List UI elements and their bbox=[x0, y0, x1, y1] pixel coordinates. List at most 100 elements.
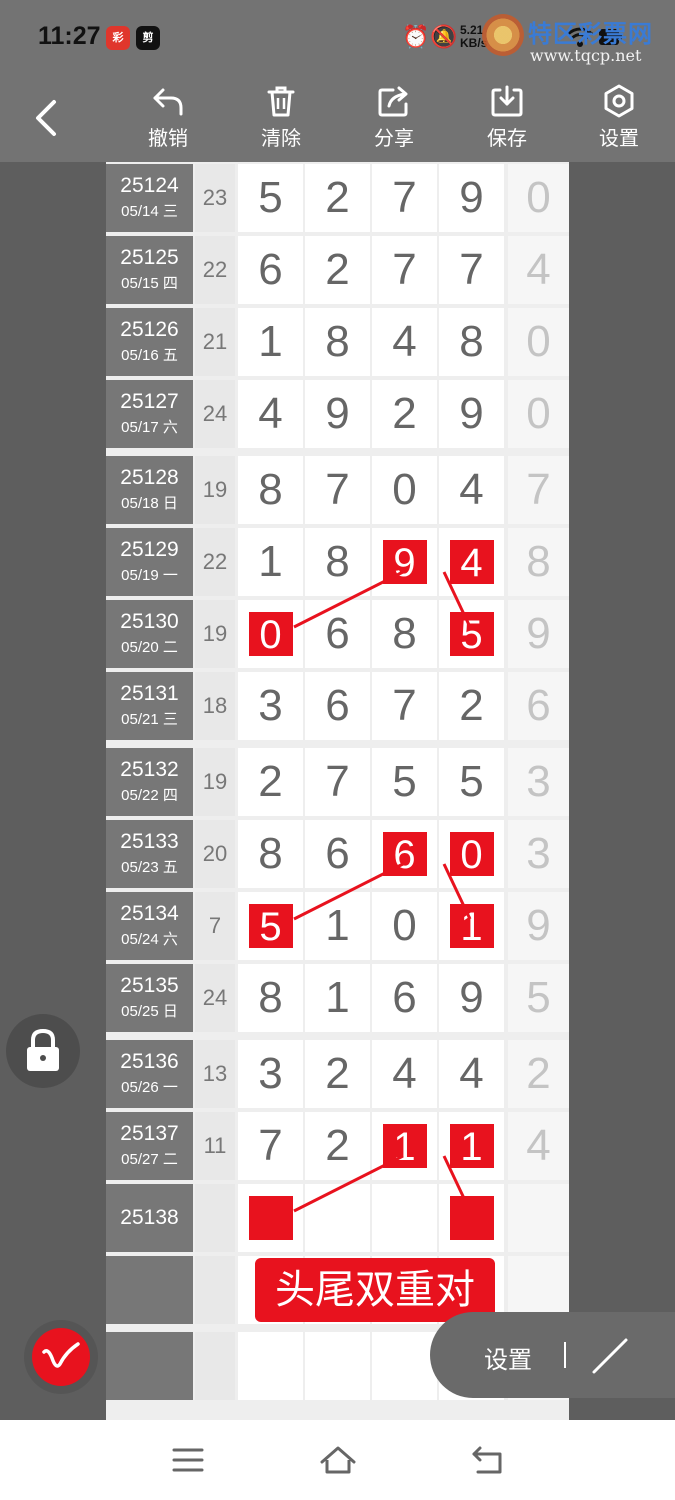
digit-cell[interactable]: 8 bbox=[238, 820, 303, 888]
digit-cell[interactable]: 0 bbox=[238, 600, 303, 668]
digit-cell[interactable]: 2 bbox=[372, 380, 437, 448]
digit-cell[interactable]: 7 bbox=[372, 164, 437, 232]
period-cell: 25132 05/22 四 bbox=[106, 748, 193, 816]
digit-cell[interactable]: 7 bbox=[372, 236, 437, 304]
period-cell: 25126 05/16 五 bbox=[106, 308, 193, 376]
period-date: 05/21 三 bbox=[121, 711, 178, 728]
digit-cell[interactable]: 7 bbox=[305, 748, 370, 816]
digit-cell[interactable]: 4 bbox=[439, 1040, 504, 1108]
digit-cell[interactable] bbox=[439, 1184, 504, 1252]
digit-cell[interactable]: 9 bbox=[305, 380, 370, 448]
period-cell: 25136 05/26 一 bbox=[106, 1040, 193, 1108]
digit-cell[interactable]: 2 bbox=[305, 164, 370, 232]
period-date: 05/27 二 bbox=[121, 1151, 178, 1168]
digit-cell[interactable]: 5 bbox=[238, 892, 303, 960]
digit-cell[interactable]: 4 bbox=[439, 528, 504, 596]
digit-cell[interactable]: 0 bbox=[372, 892, 437, 960]
digit-cell[interactable]: 7 bbox=[372, 672, 437, 740]
home-icon[interactable] bbox=[318, 1442, 358, 1478]
sum-cell bbox=[195, 1332, 235, 1400]
digit-cell[interactable]: 6 bbox=[305, 600, 370, 668]
digit-cell[interactable]: 7 bbox=[305, 456, 370, 524]
digit-cell[interactable]: 6 bbox=[238, 236, 303, 304]
digit-cell[interactable]: 2 bbox=[305, 236, 370, 304]
menu-icon[interactable] bbox=[168, 1442, 208, 1478]
share-label: 分享 bbox=[374, 128, 414, 150]
digit-cell[interactable]: 5 bbox=[372, 748, 437, 816]
period-cell: 25138 bbox=[106, 1184, 193, 1252]
digit-cell[interactable]: 9 bbox=[372, 528, 437, 596]
digit-cell[interactable]: 2 bbox=[305, 1112, 370, 1180]
digit-cell[interactable]: 6 bbox=[372, 964, 437, 1032]
digit-cell[interactable]: 4 bbox=[238, 380, 303, 448]
digit-cell[interactable]: 1 bbox=[238, 308, 303, 376]
digit-cell[interactable]: 0 bbox=[372, 456, 437, 524]
back-button[interactable] bbox=[28, 96, 64, 140]
back-nav-icon[interactable] bbox=[468, 1442, 508, 1478]
digit-cell[interactable]: 1 bbox=[305, 964, 370, 1032]
digit-cell[interactable]: 5 bbox=[439, 748, 504, 816]
digit-cell[interactable]: 6 bbox=[372, 820, 437, 888]
digit-cell[interactable]: 6 bbox=[305, 820, 370, 888]
share-button[interactable]: 分享 bbox=[354, 80, 434, 160]
settings-button[interactable]: 设置 bbox=[579, 80, 659, 160]
digit-cell[interactable]: 8 bbox=[238, 456, 303, 524]
digit-cell[interactable]: 8 bbox=[238, 964, 303, 1032]
digit-cell[interactable]: 9 bbox=[439, 964, 504, 1032]
sum-cell: 19 bbox=[195, 748, 235, 816]
digit-cell[interactable]: 1 bbox=[372, 1112, 437, 1180]
period-number: 25128 bbox=[120, 466, 179, 489]
digit-cell[interactable]: 4 bbox=[439, 456, 504, 524]
digit-cell[interactable]: 5 bbox=[238, 164, 303, 232]
screen: 11:27 彩 剪 ⏰ 🔕 5.21 KB/s 特区彩票网 www.tqcp.n… bbox=[0, 0, 675, 1500]
digit-cell[interactable]: 8 bbox=[439, 308, 504, 376]
digit-cell[interactable]: 9 bbox=[439, 380, 504, 448]
lock-button[interactable] bbox=[6, 1014, 80, 1088]
line-tool-icon[interactable] bbox=[590, 1336, 630, 1376]
digit-cell[interactable]: 2 bbox=[439, 672, 504, 740]
digit-cell[interactable] bbox=[372, 1184, 437, 1252]
digit-cell[interactable] bbox=[305, 1184, 370, 1252]
digit-cell[interactable]: 1 bbox=[305, 892, 370, 960]
period-number: 25124 bbox=[120, 174, 179, 197]
lottery-app-icon: 彩 bbox=[106, 26, 130, 50]
digit-cell[interactable]: 7 bbox=[238, 1112, 303, 1180]
digit-cell[interactable]: 8 bbox=[305, 308, 370, 376]
digit-cell[interactable]: 1 bbox=[238, 528, 303, 596]
digit-cell[interactable]: 1 bbox=[439, 1112, 504, 1180]
digit-cell[interactable]: 9 bbox=[439, 164, 504, 232]
pen-button-face bbox=[32, 1328, 90, 1386]
digit-cell[interactable]: 6 bbox=[305, 672, 370, 740]
table-row: 25135 05/25 日 24 8 1 6 9 5 bbox=[106, 962, 569, 1034]
digit-cell[interactable] bbox=[238, 1184, 303, 1252]
digit-cell[interactable]: 7 bbox=[439, 236, 504, 304]
table-row: 25136 05/26 一 13 3 2 4 4 2 bbox=[106, 1038, 569, 1110]
save-button[interactable]: 保存 bbox=[467, 80, 547, 160]
period-date: 05/22 四 bbox=[121, 787, 178, 804]
digit-cell[interactable]: 2 bbox=[305, 1040, 370, 1108]
digit-cell[interactable]: 2 bbox=[238, 748, 303, 816]
table-row: 25131 05/21 三 18 3 6 7 2 6 bbox=[106, 670, 569, 742]
draw-history-board[interactable]: 25124 05/14 三 23 5 2 7 9 0 25125 05/15 四 22 6 2 7 7 4 25… bbox=[106, 162, 569, 1420]
digit-cell[interactable]: 3 bbox=[238, 1040, 303, 1108]
digit-cell[interactable]: 5 bbox=[439, 600, 504, 668]
download-icon bbox=[491, 85, 523, 117]
undo-button[interactable]: 撤销 bbox=[128, 80, 208, 160]
digit-cell[interactable]: 0 bbox=[439, 820, 504, 888]
digit-cell[interactable]: 4 bbox=[372, 1040, 437, 1108]
digit-cell[interactable]: 8 bbox=[305, 528, 370, 596]
pill-divider bbox=[564, 1342, 566, 1368]
digit-cell[interactable]: 1 bbox=[439, 892, 504, 960]
period-date: 05/19 一 bbox=[121, 567, 178, 584]
pen-button[interactable] bbox=[24, 1320, 98, 1394]
digit-cell[interactable] bbox=[372, 1332, 437, 1400]
pill-settings-button[interactable]: 设置 bbox=[484, 1340, 532, 1375]
digit-cell[interactable] bbox=[305, 1332, 370, 1400]
digit-cell[interactable]: 3 bbox=[238, 672, 303, 740]
clear-button[interactable]: 清除 bbox=[241, 80, 321, 160]
digit-cell[interactable] bbox=[238, 1332, 303, 1400]
extra-digit-cell: 4 bbox=[508, 1112, 569, 1180]
digit-cell[interactable]: 8 bbox=[372, 600, 437, 668]
digit-cell[interactable]: 4 bbox=[372, 308, 437, 376]
extra-digit-cell: 6 bbox=[508, 672, 569, 740]
